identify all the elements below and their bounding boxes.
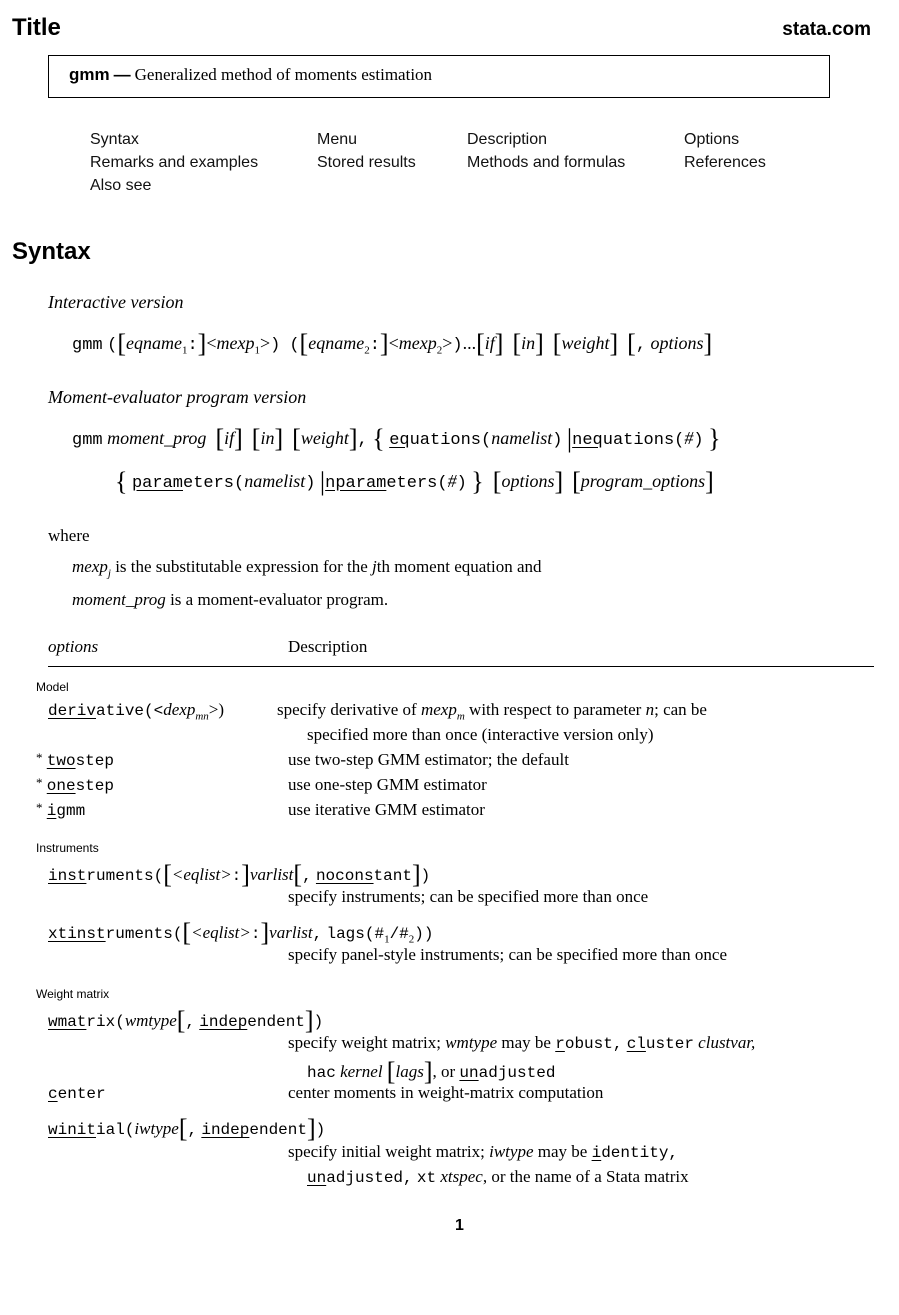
options-column-header: options — [48, 637, 99, 656]
nav-link-options[interactable]: Options — [684, 131, 739, 149]
page-header-title: Title — [12, 14, 61, 41]
interactive-syntax-line: gmm ([eqname1:]<mexp21>) ([eqname2:]<mex… — [72, 329, 713, 358]
nav-link-remarks[interactable]: Remarks and examples — [90, 154, 258, 172]
option-center-description: center moments in weight-matrix computat… — [288, 1083, 604, 1102]
group-label-weight-matrix: Weight matrix — [36, 987, 110, 1001]
program-version-label: Moment-evaluator program version — [48, 387, 307, 407]
option-twostep-description: use two-step GMM estimator; the default — [288, 750, 569, 769]
page-number: 1 — [455, 1217, 464, 1234]
nav-link-menu[interactable]: Menu — [317, 131, 357, 149]
program-syntax-line-1: gmm moment_prog [if] [in] [weight], { eq… — [72, 424, 721, 453]
program-syntax-line-2: { parameters(namelist) |nparameters(#) }… — [115, 467, 714, 496]
cmd-gmm: gmm — [72, 336, 103, 355]
mexp-1: mexp — [216, 333, 255, 353]
eqname-2: eqname — [308, 333, 365, 353]
command-name: gmm — [69, 65, 110, 84]
command-description: Generalized method of moments estimation — [134, 65, 433, 84]
nav-link-methods[interactable]: Methods and formulas — [467, 154, 625, 172]
if-qualifier: if — [484, 333, 495, 353]
option-winitial-description: specify initial weight matrix; iwtype ma… — [288, 1142, 679, 1162]
site-link[interactable]: stata.com — [782, 19, 871, 41]
option-winitial: winitial(iwtype[, independent]) — [48, 1114, 326, 1143]
option-winitial-description-cont: unadjusted, xt xtspec, or the name of a … — [307, 1167, 689, 1187]
weight-qualifier: weight — [561, 333, 610, 353]
group-label-instruments: Instruments — [36, 841, 99, 855]
option-wmatrix-description: specify weight matrix; wmtype may be rob… — [288, 1033, 756, 1053]
option-onestep: * onestep — [36, 775, 114, 795]
option-xtinstruments-description: specify panel-style instruments; can be … — [288, 945, 728, 964]
title-dash: — — [113, 65, 131, 84]
options-placeholder: options — [650, 333, 704, 353]
nav-link-syntax[interactable]: Syntax — [90, 131, 139, 149]
option-igmm: * igmm — [36, 800, 86, 820]
option-derivative-description-cont: specified more than once (interactive ve… — [307, 725, 654, 744]
nav-link-references[interactable]: References — [684, 154, 766, 172]
where-line-moment-prog: moment_prog is a moment-evaluator progra… — [72, 590, 389, 609]
option-twostep: * twostep — [36, 750, 114, 770]
option-xtinstruments: xtinstruments([<eqlist>:]varlist, lags(#… — [48, 918, 434, 947]
in-qualifier: in — [521, 333, 536, 353]
nav-link-description[interactable]: Description — [467, 131, 547, 149]
mexp-2: mexp — [398, 333, 437, 353]
interactive-version-label: Interactive version — [48, 292, 184, 312]
where-line-mexp: mexpj is the substitutable expression fo… — [72, 557, 542, 580]
description-column-header: Description — [288, 637, 368, 656]
option-instruments: instruments([<eqlist>:]varlist[, noconst… — [48, 860, 431, 889]
group-label-model: Model — [36, 680, 69, 694]
nav-link-stored-results[interactable]: Stored results — [317, 154, 416, 172]
table-header-rule — [48, 666, 874, 667]
option-derivative-description: specify derivative of mexpm with respect… — [277, 700, 707, 723]
section-heading-syntax: Syntax — [12, 238, 91, 265]
option-derivative: derivative(<dexpmn>) — [48, 700, 225, 723]
option-center: center — [48, 1085, 106, 1103]
nav-link-also-see[interactable]: Also see — [90, 177, 151, 195]
option-wmatrix: wmatrix(wmtype[, independent]) — [48, 1006, 324, 1035]
eqname-1: eqname — [125, 333, 182, 353]
title-box: gmm — Generalized method of moments esti… — [48, 55, 830, 98]
option-instruments-description: specify instruments; can be specified mo… — [288, 887, 649, 906]
option-igmm-description: use iterative GMM estimator — [288, 800, 485, 819]
option-onestep-description: use one-step GMM estimator — [288, 775, 487, 794]
where-label: where — [48, 526, 90, 545]
